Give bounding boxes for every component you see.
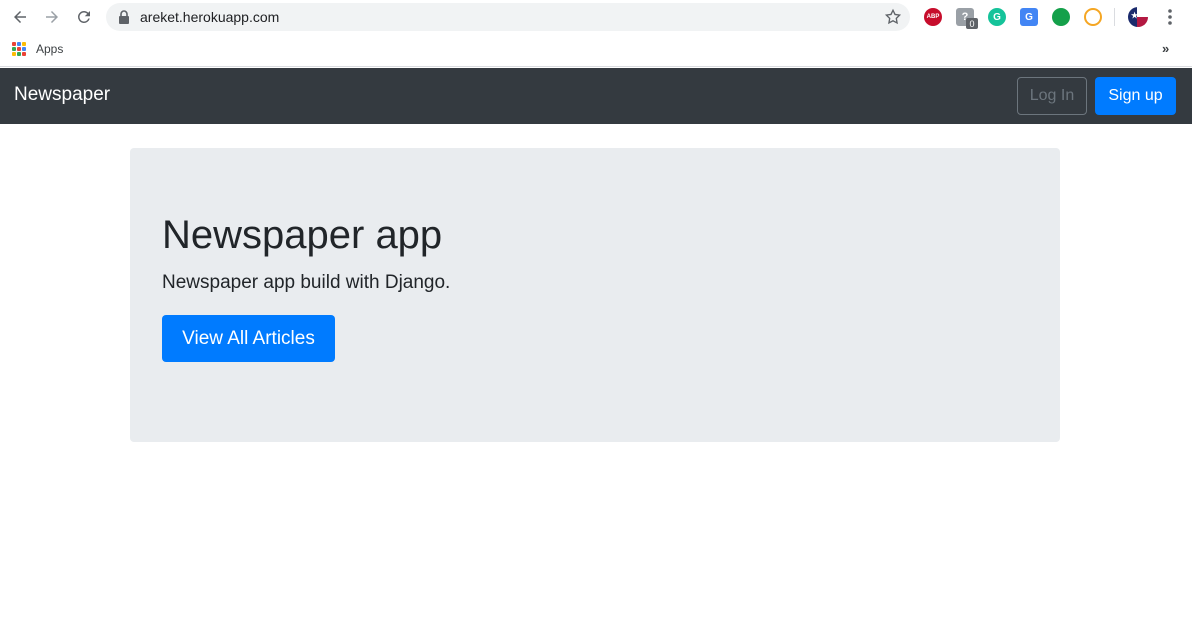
adblock-plus-icon[interactable]: ABP [924,8,942,26]
login-button[interactable]: Log In [1017,77,1087,115]
jumbotron: Newspaper app Newspaper app build with D… [130,148,1060,442]
apps-grid-icon[interactable] [12,42,26,56]
menu-dots-icon[interactable] [1162,7,1178,27]
view-all-articles-button[interactable]: View All Articles [162,315,335,362]
url-text: areket.herokuapp.com [140,9,280,25]
browser-toolbar: areket.herokuapp.com ABP ? 0 G G ★ [0,0,1192,34]
site-navbar: Newspaper Log In Sign up [0,68,1192,124]
navbar-brand[interactable]: Newspaper [14,84,110,106]
reload-icon[interactable] [72,5,96,29]
google-translate-icon[interactable]: G [1020,8,1038,26]
signup-button[interactable]: Sign up [1095,77,1176,115]
page-title: Newspaper app [162,213,443,257]
forward-arrow-icon[interactable] [40,5,64,29]
more-bookmarks-icon[interactable]: » [1162,41,1169,56]
page-lead-text: Newspaper app build with Django. [162,272,451,293]
honey-icon[interactable] [1084,8,1102,26]
bookmarks-bar: Apps » [0,34,1192,67]
toolbar-divider [1114,8,1115,26]
star-icon[interactable] [884,8,902,26]
evernote-icon[interactable] [1052,8,1070,26]
profile-avatar-icon[interactable]: ★ [1128,7,1148,27]
lock-icon [119,10,129,24]
grammarly-icon[interactable]: G [988,8,1006,26]
back-arrow-icon[interactable] [8,5,32,29]
address-bar[interactable]: areket.herokuapp.com [106,3,910,31]
extension-badge: 0 [966,18,978,29]
apps-bookmark-label[interactable]: Apps [36,42,63,56]
